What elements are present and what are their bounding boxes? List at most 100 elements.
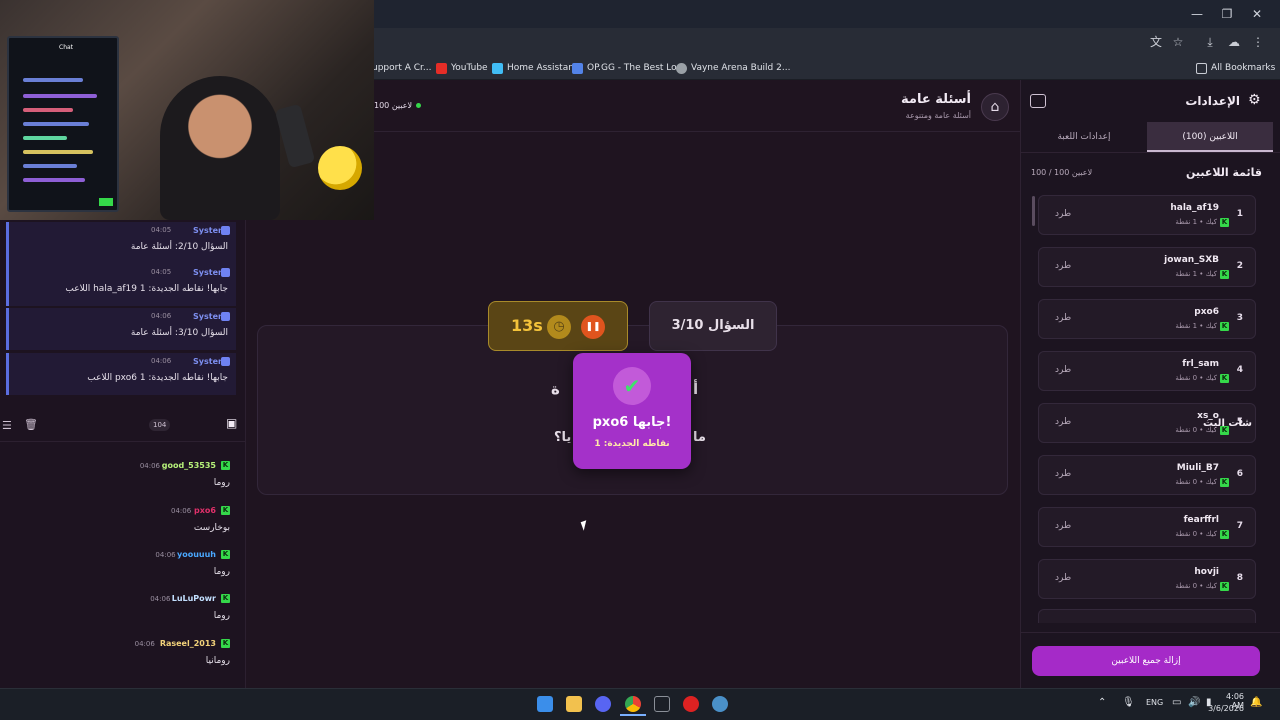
kick-platform-icon: K (1220, 582, 1229, 591)
players-list-count: 100 / 100 لاعبين (1031, 168, 1093, 177)
chat-text: بوخارست (193, 523, 230, 533)
discord-icon[interactable] (595, 696, 611, 712)
download-icon[interactable]: ⤓ (1202, 34, 1218, 50)
player-name: Miuli_B7 (1176, 463, 1219, 473)
kick-button[interactable]: طرد (1055, 313, 1071, 323)
system-message: 04:06 System السؤال 3/10: أسئلة عامة (6, 308, 236, 350)
kick-button[interactable]: طرد (1055, 573, 1071, 583)
mini-chat-line (23, 150, 93, 154)
player-points: كيك • 0 نقطة (1175, 374, 1217, 382)
file-explorer-icon[interactable] (566, 696, 582, 712)
kick-button[interactable]: طرد (1055, 417, 1071, 427)
chat-author[interactable]: pxo6 (194, 506, 216, 515)
kick-button[interactable]: طرد (1055, 365, 1071, 375)
scrollbar[interactable] (1032, 196, 1035, 226)
system-badge-icon (221, 312, 230, 321)
kick-platform-icon: K (1220, 374, 1229, 383)
kick-platform-icon: K (1220, 322, 1229, 331)
question-text: أ (693, 380, 699, 398)
chat-message: Kpxo6 04:06 بوخارست (0, 505, 246, 545)
system-badge-icon (221, 268, 230, 277)
mini-chat-line (23, 78, 83, 82)
player-points: كيك • 0 نقطة (1175, 478, 1217, 486)
chat-message: K Raseel_2013 04:06 رومانيا (0, 638, 246, 678)
kick-button[interactable]: طرد (1055, 469, 1071, 479)
kick-platform-icon: K (1220, 530, 1229, 539)
message-time: 04:05 (151, 268, 172, 276)
settings-app-icon[interactable] (712, 696, 728, 712)
player-points: كيك • 1 نقطة (1175, 270, 1217, 278)
check-circle: ✔ (613, 367, 651, 405)
home-assistant-icon (492, 62, 503, 74)
chat-author[interactable]: yoouuuh (177, 550, 216, 559)
translate-icon[interactable]: 文 (1148, 34, 1164, 50)
player-row: طرد pxo6 كيك • 1 نقطة K 3 (1038, 299, 1256, 339)
message-text: اللاعب hala_af19 جابها! نقاطه الجديدة: 1 (65, 284, 228, 294)
all-bookmarks[interactable]: All Bookmarks (1196, 59, 1275, 77)
bookmark-item[interactable]: OP.GG - The Best Lo... (572, 59, 685, 77)
notification-icon[interactable]: 🔔 (1250, 697, 1262, 708)
mini-send-button (99, 198, 113, 206)
trash-icon[interactable]: 🗑 (24, 418, 38, 431)
mini-chat-line (23, 136, 67, 140)
timer-panel: 13s ◷ ❚❚ (488, 301, 628, 351)
chat-author[interactable]: LuLuPowr (172, 594, 216, 603)
bookmark-item[interactable]: upport A Cr... (372, 59, 431, 77)
close-button[interactable]: ✕ (1242, 4, 1272, 24)
question-text: ما (693, 430, 706, 445)
kick-button[interactable]: طرد (1055, 209, 1071, 219)
popup-subtitle: نقاطه الجديدة: 1 (594, 439, 670, 449)
extension-icon[interactable]: ☁ (1226, 34, 1242, 50)
bookmark-item[interactable]: Vayne Arena Build 2... (676, 59, 790, 77)
chat-time: 04:06 (171, 507, 192, 515)
tab-players[interactable]: اللاعبين (100) (1147, 122, 1273, 152)
xbox-icon[interactable] (654, 696, 670, 712)
chrome-icon[interactable] (625, 696, 641, 712)
player-rank: 3 (1236, 313, 1243, 323)
player-rank: 4 (1236, 365, 1243, 375)
tab-game-settings[interactable]: إعدادات اللعبة (1021, 122, 1147, 152)
chevron-up-icon[interactable]: ⌃ (1098, 697, 1106, 708)
network-icon[interactable]: ▭ (1172, 697, 1181, 708)
kick-platform-icon: K (1220, 478, 1229, 487)
question-number-label: السؤال 3/10 (671, 318, 755, 333)
kick-platform-icon: K (221, 639, 230, 648)
message-text: اللاعب pxo6 جابها! نقاطه الجديدة: 1 (87, 373, 228, 383)
player-rank: 8 (1236, 573, 1243, 583)
system-badge-icon (221, 357, 230, 366)
clock-date[interactable]: 3/6/2026 (1204, 704, 1244, 713)
correct-answer-popup: ✔ pxo6 جابها! نقاطه الجديدة: 1 (573, 353, 691, 469)
bookmark-item[interactable]: Home Assistant (492, 59, 577, 77)
language-indicator[interactable]: ENG (1146, 698, 1163, 707)
mini-chat-line (23, 94, 97, 98)
players-online: 100 لاعبين (374, 101, 422, 110)
kick-platform-icon: K (1220, 218, 1229, 227)
chat-time: 04:06 (150, 595, 171, 603)
players-list-title: قائمة اللاعبين (1186, 166, 1262, 179)
bookmark-star-icon[interactable]: ☆ (1170, 34, 1186, 50)
kick-button[interactable]: طرد (1055, 261, 1071, 271)
pause-button[interactable]: ❚❚ (581, 315, 605, 339)
message-text: السؤال 2/10: أسئلة عامة (130, 242, 228, 252)
remove-all-players-button[interactable]: إزالة جميع اللاعبين (1032, 646, 1260, 676)
chat-author[interactable]: Raseel_2013 (160, 639, 216, 648)
minimize-button[interactable]: — (1182, 4, 1212, 24)
windows-start-icon[interactable] (537, 696, 553, 712)
app-icon[interactable] (683, 696, 699, 712)
player-name: fearffrl (1183, 515, 1219, 525)
kick-button[interactable]: طرد (1055, 521, 1071, 531)
webcam-monitor: Chat (7, 36, 119, 212)
home-button[interactable]: ⌂ (981, 93, 1009, 121)
collapse-panel-icon[interactable] (1030, 94, 1046, 108)
chat-layout-icon[interactable]: ☰ (2, 419, 12, 432)
mini-chat-line (23, 164, 77, 168)
bookmark-item[interactable]: YouTube (436, 59, 488, 77)
restore-button[interactable]: ❐ (1212, 4, 1242, 24)
volume-icon[interactable]: 🔊 (1188, 697, 1200, 708)
player-row: طرد Miuli_B7 كيك • 0 نقطة K 6 (1038, 455, 1256, 495)
mini-chat-line (23, 108, 73, 112)
chat-author[interactable]: good_53535 (162, 461, 216, 470)
menu-icon[interactable]: ⋮ (1250, 34, 1266, 50)
plush-toy (318, 146, 362, 190)
microphone-icon[interactable]: 🎙 (1122, 697, 1135, 708)
